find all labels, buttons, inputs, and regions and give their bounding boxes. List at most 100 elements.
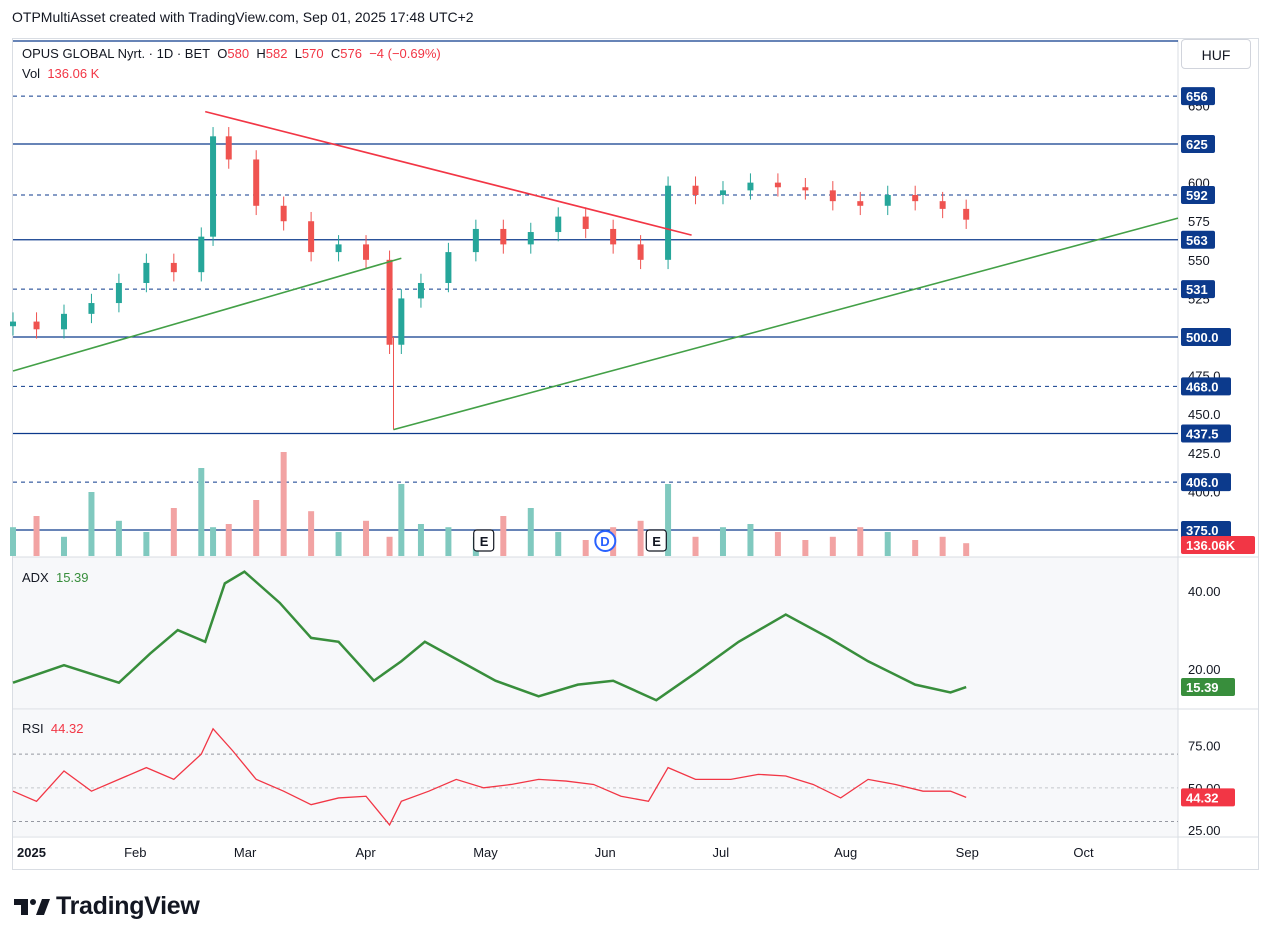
dividend-marker-label: D — [600, 534, 609, 549]
candle-body[interactable] — [335, 244, 342, 253]
candle-body[interactable] — [500, 228, 507, 245]
volume-bar[interactable] — [363, 520, 370, 556]
candle-body[interactable] — [198, 236, 205, 273]
volume-bar[interactable] — [582, 540, 589, 556]
volume-bar[interactable] — [774, 532, 781, 556]
volume-bar[interactable] — [857, 527, 864, 556]
candle-body[interactable] — [857, 201, 864, 206]
volume-bar[interactable] — [280, 452, 287, 556]
volume-legend: Vol 136.06 K — [22, 66, 99, 81]
legend-symbol: OPUS GLOBAL Nyrt. · 1D · BET — [22, 46, 211, 61]
candle-body[interactable] — [280, 205, 287, 222]
candle-body[interactable] — [210, 136, 217, 237]
candle-body[interactable] — [747, 182, 754, 191]
volume-bar[interactable] — [308, 511, 315, 556]
price-pane[interactable] — [13, 40, 1178, 556]
volume-bar[interactable] — [88, 492, 95, 556]
candle-body[interactable] — [912, 194, 919, 202]
legend-low-label: L — [294, 46, 302, 61]
candle-body[interactable] — [33, 321, 40, 330]
candle-body[interactable] — [386, 259, 393, 345]
adx-badge-label: 15.39 — [1186, 680, 1219, 695]
legend-high-value: 582 — [265, 46, 288, 61]
volume-bar[interactable] — [963, 543, 970, 556]
candle-body[interactable] — [774, 182, 781, 188]
volume-bar[interactable] — [170, 508, 177, 556]
candle-body[interactable] — [527, 232, 534, 245]
candle-body[interactable] — [115, 282, 122, 304]
level-badge-label: 563 — [1186, 233, 1208, 248]
rsi-tick-label: 75.00 — [1188, 739, 1221, 754]
candle-body[interactable] — [472, 228, 479, 253]
candle-body[interactable] — [963, 208, 970, 220]
time-axis-label: 2025 — [17, 845, 46, 860]
candle-body[interactable] — [253, 159, 260, 206]
volume-bar[interactable] — [939, 536, 946, 556]
time-axis-label: Aug — [834, 845, 857, 860]
volume-bar[interactable] — [33, 516, 40, 556]
volume-bar[interactable] — [398, 484, 405, 556]
candle-body[interactable] — [719, 190, 726, 195]
rsi-pane[interactable] — [13, 710, 1178, 836]
volume-bar[interactable] — [802, 540, 809, 556]
volume-bar[interactable] — [747, 524, 754, 556]
volume-bar[interactable] — [253, 500, 260, 556]
volume-bar[interactable] — [555, 532, 562, 556]
volume-bar[interactable] — [500, 516, 507, 556]
candle-body[interactable] — [665, 185, 672, 260]
tradingview-logo-icon — [14, 898, 50, 915]
volume-bar[interactable] — [829, 536, 836, 556]
currency-button[interactable]: HUF — [1181, 39, 1251, 69]
volume-bar[interactable] — [884, 532, 891, 556]
candle-body[interactable] — [363, 244, 370, 260]
volume-bar[interactable] — [719, 527, 726, 556]
candle-body[interactable] — [445, 252, 452, 283]
volume-bar[interactable] — [417, 524, 424, 556]
candle-body[interactable] — [829, 190, 836, 202]
volume-bar[interactable] — [10, 527, 16, 556]
candle-body[interactable] — [637, 244, 644, 260]
candle-body[interactable] — [88, 303, 95, 314]
brand-name: TradingView — [56, 892, 200, 920]
rsi-label: RSI — [22, 721, 44, 736]
candle-body[interactable] — [308, 221, 315, 253]
volume-bar[interactable] — [60, 536, 67, 556]
level-badge-label: 468.0 — [1186, 379, 1219, 394]
volume-bar[interactable] — [335, 532, 342, 556]
price-tick-label: 575 — [1188, 214, 1210, 229]
candle-body[interactable] — [610, 228, 617, 245]
volume-bar[interactable] — [143, 532, 150, 556]
volume-bar[interactable] — [210, 527, 217, 556]
candle-body[interactable] — [225, 136, 232, 160]
candle-body[interactable] — [802, 187, 809, 191]
rsi-legend: RSI 44.32 — [22, 721, 83, 736]
rsi-tick-label: 25.00 — [1188, 823, 1221, 838]
volume-bar[interactable] — [637, 520, 644, 556]
candle-body[interactable] — [10, 321, 16, 327]
volume-bar[interactable] — [912, 540, 919, 556]
candle-body[interactable] — [143, 262, 150, 283]
volume-bar[interactable] — [445, 527, 452, 556]
volume-bar[interactable] — [692, 536, 699, 556]
volume-bar[interactable] — [386, 536, 393, 556]
candle-body[interactable] — [939, 201, 946, 209]
candle-body[interactable] — [555, 216, 562, 233]
candle-body[interactable] — [417, 282, 424, 299]
time-axis-label: Jul — [712, 845, 729, 860]
volume-bar[interactable] — [115, 520, 122, 556]
tradingview-logo[interactable]: TradingView — [14, 892, 200, 921]
adx-label: ADX — [22, 570, 49, 585]
candle-body[interactable] — [692, 185, 699, 195]
adx-pane[interactable] — [13, 557, 1178, 709]
volume-bar[interactable] — [225, 524, 232, 556]
level-badge-label: 406.0 — [1186, 475, 1219, 490]
volume-bar[interactable] — [527, 508, 534, 556]
volume-bar[interactable] — [198, 468, 205, 556]
candle-body[interactable] — [170, 262, 177, 273]
candle-body[interactable] — [884, 194, 891, 206]
chart-canvas[interactable]: 650625600575550525500.0475.0450.0425.040… — [0, 0, 1271, 944]
candle-body[interactable] — [398, 298, 405, 345]
candle-body[interactable] — [582, 216, 589, 229]
candle-body[interactable] — [60, 313, 67, 330]
time-axis-label: Mar — [234, 845, 257, 860]
